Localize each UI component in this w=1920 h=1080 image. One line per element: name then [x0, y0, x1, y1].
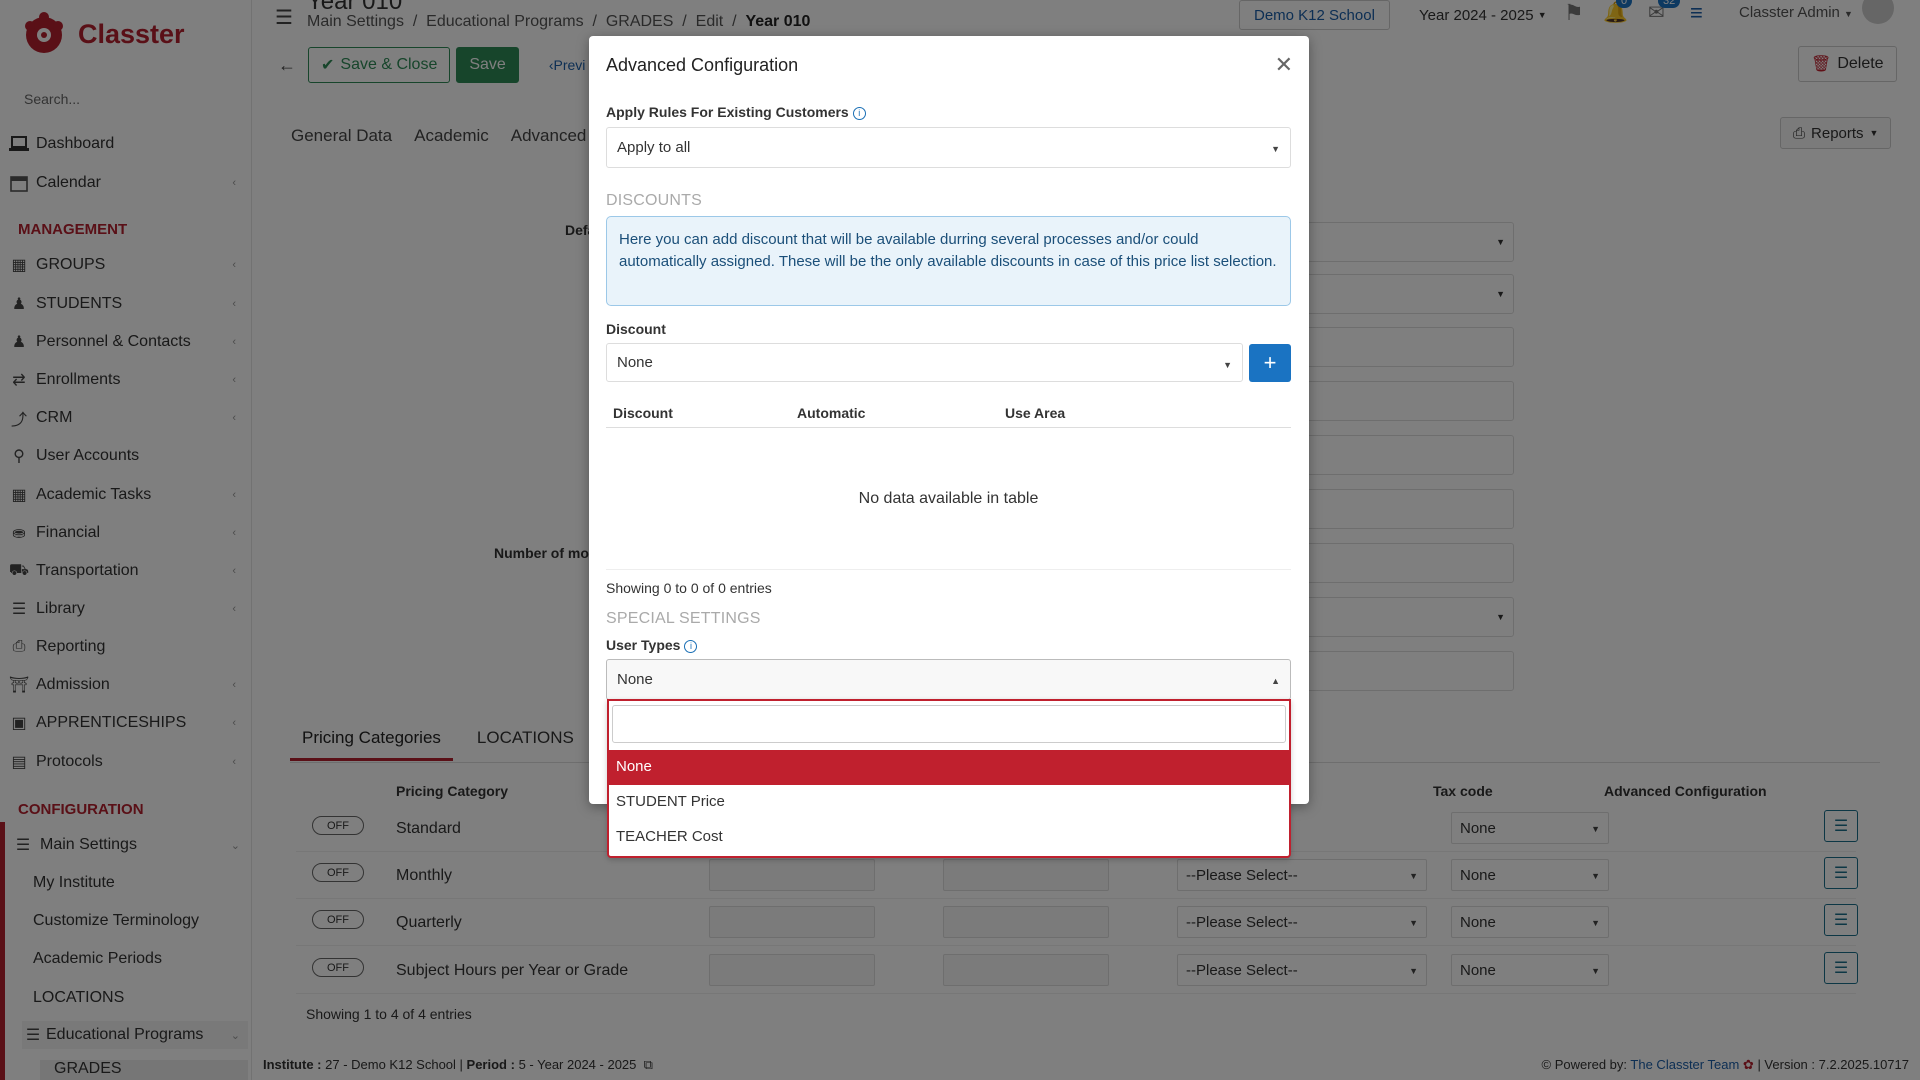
apply-rules-value: Apply to all — [617, 139, 691, 156]
advanced-configuration-modal: Advanced Configuration ✕ Apply Rules For… — [589, 36, 1309, 804]
plus-icon: + — [1263, 350, 1277, 375]
user-types-label-text: User Types — [606, 637, 681, 653]
user-types-label: User Types i — [606, 637, 698, 653]
add-discount-button[interactable]: + — [1249, 344, 1291, 382]
dropdown-search-input[interactable] — [612, 705, 1286, 743]
user-types-value: None — [617, 671, 653, 688]
header-use-area[interactable]: Use Area — [1005, 405, 1065, 421]
caret-down-icon: ▼ — [1271, 144, 1280, 154]
discount-label: Discount — [606, 321, 666, 337]
user-types-select[interactable]: None ▲ — [606, 659, 1291, 700]
discounts-section-title: DISCOUNTS — [606, 192, 703, 209]
discount-select[interactable]: None ▼ — [606, 343, 1243, 382]
info-icon[interactable]: i — [852, 106, 866, 120]
discounts-info-box: Here you can add discount that will be a… — [606, 216, 1291, 306]
dropdown-option-none[interactable]: None — [609, 750, 1289, 785]
discounts-showing-entries: Showing 0 to 0 of 0 entries — [606, 580, 772, 596]
discount-select-value: None — [617, 354, 653, 371]
modal-title: Advanced Configuration — [606, 55, 799, 75]
apply-rules-select[interactable]: Apply to all ▼ — [606, 127, 1291, 168]
header-automatic[interactable]: Automatic — [797, 405, 865, 421]
special-settings-title: SPECIAL SETTINGS — [606, 610, 761, 627]
caret-down-icon: ▼ — [1223, 360, 1232, 370]
apply-rules-label: Apply Rules For Existing Customers i — [606, 104, 866, 120]
dropdown-option-teacher-cost[interactable]: TEACHER Cost — [609, 820, 1289, 855]
apply-rules-label-text: Apply Rules For Existing Customers — [606, 104, 849, 120]
user-types-dropdown: None STUDENT Price TEACHER Cost — [607, 699, 1291, 858]
dropdown-option-student-price[interactable]: STUDENT Price — [609, 785, 1289, 820]
header-discount[interactable]: Discount — [613, 405, 673, 421]
info-icon[interactable]: i — [684, 639, 698, 653]
discounts-empty-message: No data available in table — [606, 428, 1291, 570]
discounts-table-header: Discount Automatic Use Area — [606, 398, 1291, 428]
close-icon[interactable]: ✕ — [1275, 52, 1293, 78]
caret-up-icon: ▲ — [1271, 676, 1280, 686]
